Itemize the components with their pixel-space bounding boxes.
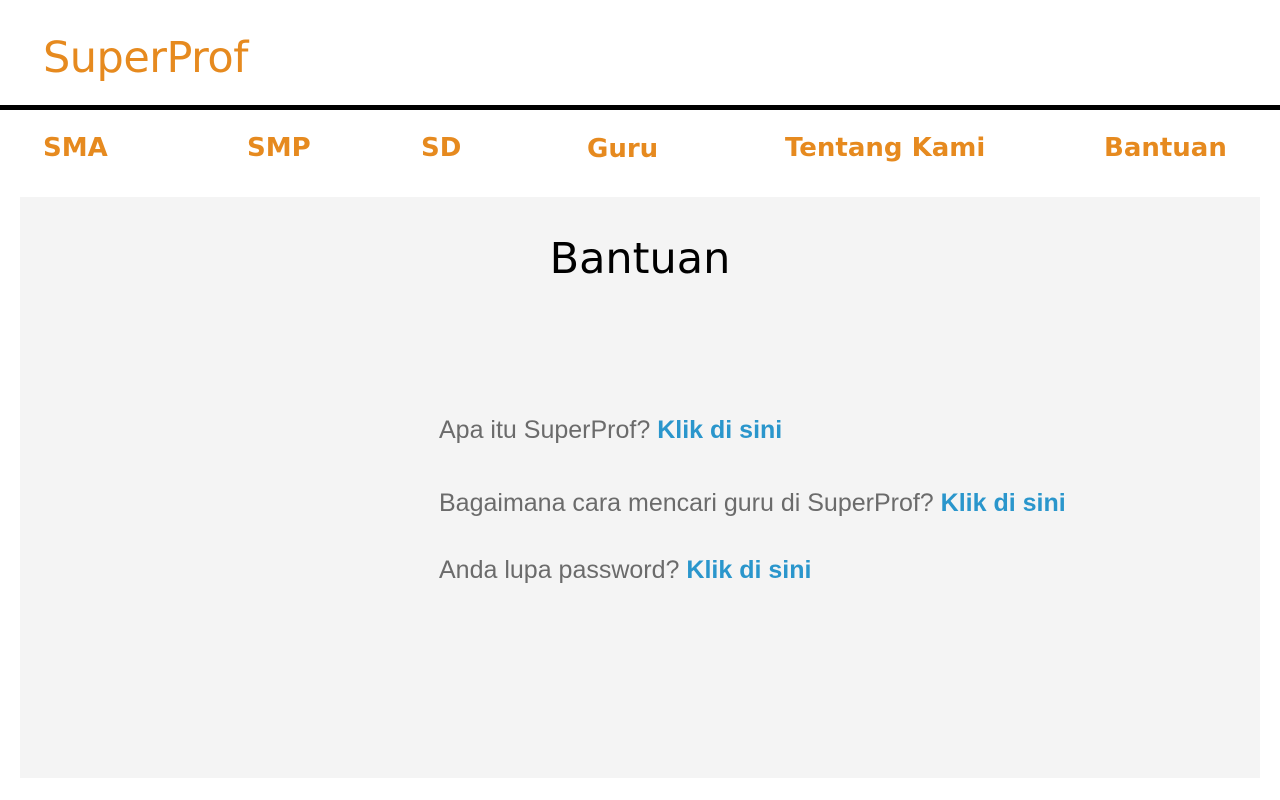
site-header: SuperProf — [0, 0, 1280, 106]
main-nav: SMA SMP SD Guru Tentang Kami Bantuan — [0, 110, 1280, 197]
nav-item-bantuan[interactable]: Bantuan — [1104, 130, 1227, 166]
nav-item-sd[interactable]: SD — [421, 130, 461, 166]
faq-link[interactable]: Klik di sini — [686, 556, 811, 584]
faq-item: Apa itu SuperProf? Klik di sini — [439, 414, 782, 446]
nav-item-sma[interactable]: SMA — [43, 130, 108, 166]
nav-item-guru[interactable]: Guru — [587, 131, 658, 167]
faq-item: Anda lupa password? Klik di sini — [439, 554, 811, 586]
nav-item-smp[interactable]: SMP — [247, 130, 311, 166]
faq-link[interactable]: Klik di sini — [657, 416, 782, 444]
nav-item-tentang-kami[interactable]: Tentang Kami — [785, 130, 985, 166]
faq-item: Bagaimana cara mencari guru di SuperProf… — [439, 487, 1066, 519]
faq-link[interactable]: Klik di sini — [941, 489, 1066, 517]
faq-question: Apa itu SuperProf? — [439, 416, 651, 444]
page-title: Bantuan — [549, 234, 731, 284]
faq-question: Bagaimana cara mencari guru di SuperProf… — [439, 489, 934, 517]
faq-question: Anda lupa password? — [439, 556, 680, 584]
help-panel: Bantuan Apa itu SuperProf? Klik di sini … — [20, 197, 1260, 778]
site-logo[interactable]: SuperProf — [43, 30, 248, 86]
